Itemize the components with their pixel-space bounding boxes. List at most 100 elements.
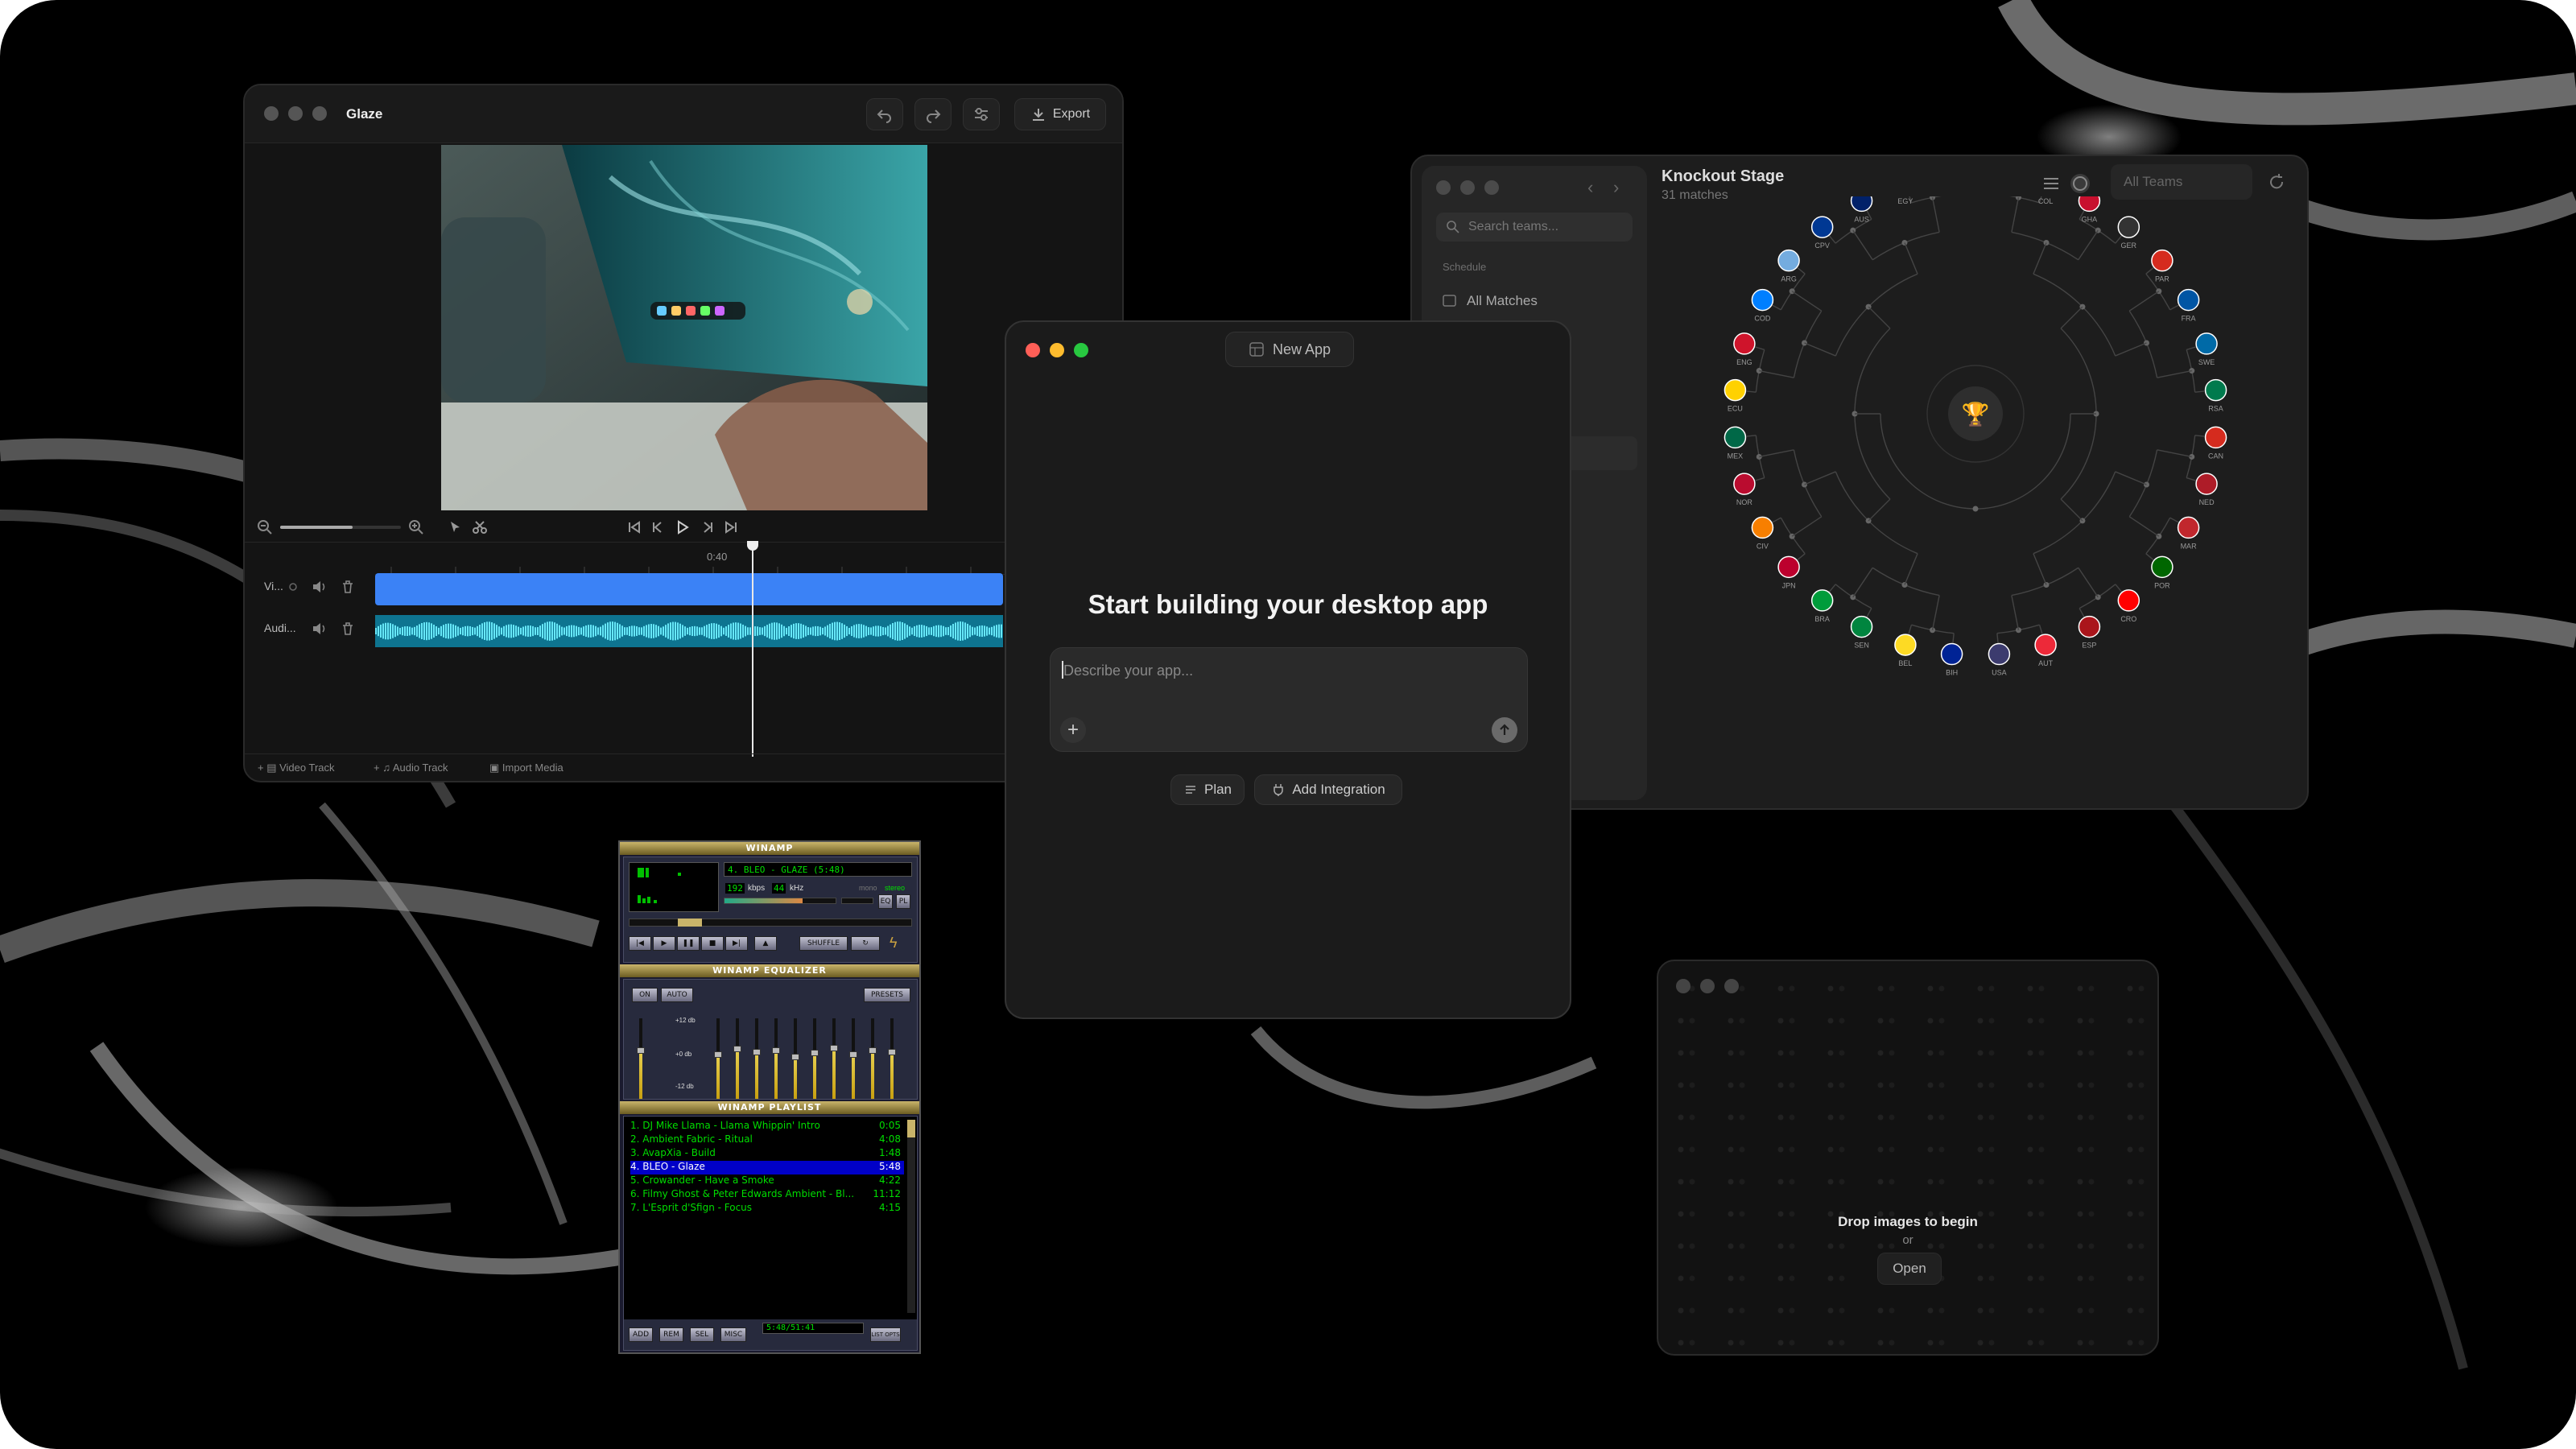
audio-clip-waveform[interactable] xyxy=(375,615,1003,647)
settings-button[interactable] xyxy=(963,98,1000,130)
refresh-icon[interactable] xyxy=(2267,172,2286,192)
speaker-icon[interactable] xyxy=(311,621,327,637)
prompt-input-box[interactable]: Describe your app... + xyxy=(1050,647,1528,752)
export-button[interactable]: Export xyxy=(1014,98,1106,130)
zoom-button[interactable] xyxy=(312,106,327,121)
zoom-button[interactable] xyxy=(1724,979,1739,993)
eye-icon[interactable] xyxy=(287,580,299,593)
forward-chevron-icon[interactable]: › xyxy=(1613,177,1619,198)
list-icon[interactable] xyxy=(2041,174,2061,193)
pause-button[interactable]: ❚❚ xyxy=(677,936,700,951)
zoom-slider[interactable] xyxy=(280,526,401,529)
playlist-scrollbar[interactable] xyxy=(907,1120,915,1313)
team-flag-icon[interactable] xyxy=(2151,555,2174,579)
team-flag-icon[interactable] xyxy=(2195,473,2218,495)
slider-knob[interactable] xyxy=(637,1047,645,1054)
skip-start-icon[interactable] xyxy=(626,519,642,535)
eq-band-slider[interactable] xyxy=(830,1018,838,1099)
trash-icon[interactable] xyxy=(340,621,356,637)
eq-band-slider[interactable] xyxy=(849,1018,857,1099)
close-button[interactable] xyxy=(1026,343,1040,357)
slider-knob[interactable] xyxy=(753,1049,761,1055)
team-flag-icon[interactable] xyxy=(2078,615,2101,638)
stop-button[interactable]: ■ xyxy=(701,936,724,951)
video-clip[interactable] xyxy=(375,573,1003,605)
eq-band-slider[interactable] xyxy=(888,1018,896,1099)
team-flag-icon[interactable] xyxy=(1988,642,2011,666)
eq-presets-button[interactable]: PRESETS xyxy=(864,988,910,1002)
eq-band-slider[interactable] xyxy=(714,1018,722,1099)
team-flag-icon[interactable] xyxy=(2034,634,2057,656)
eq-band-slider[interactable] xyxy=(791,1018,799,1099)
team-flag-icon[interactable] xyxy=(1810,589,1834,612)
team-flag-icon[interactable] xyxy=(2117,589,2140,612)
eq-band-slider[interactable] xyxy=(772,1018,780,1099)
playlist-toggle-button[interactable]: PL xyxy=(896,894,910,909)
preamp-slider[interactable] xyxy=(637,1018,645,1099)
eq-auto-button[interactable]: AUTO xyxy=(661,988,693,1002)
seek-bar[interactable] xyxy=(629,919,912,927)
skip-end-icon[interactable] xyxy=(723,519,739,535)
eq-on-button[interactable]: ON xyxy=(632,988,658,1002)
team-flag-icon[interactable] xyxy=(1724,378,1747,402)
team-flag-icon[interactable] xyxy=(2151,249,2174,272)
seek-thumb[interactable] xyxy=(678,919,702,927)
attach-button[interactable]: + xyxy=(1060,717,1086,743)
add-video-track-button[interactable]: + ▤ Video Track xyxy=(258,762,335,774)
team-flag-icon[interactable] xyxy=(1850,196,1873,213)
eject-button[interactable]: ▲ xyxy=(754,936,777,951)
volume-slider[interactable] xyxy=(724,898,836,904)
team-flag-icon[interactable] xyxy=(1751,516,1774,539)
slider-knob[interactable] xyxy=(714,1051,722,1058)
repeat-button[interactable]: ↻ xyxy=(851,936,880,951)
plan-button[interactable]: Plan xyxy=(1170,774,1245,805)
tab-new-app[interactable]: New App xyxy=(1225,332,1354,367)
slider-knob[interactable] xyxy=(733,1046,741,1052)
close-button[interactable] xyxy=(1676,979,1690,993)
redo-button[interactable] xyxy=(914,98,952,130)
minimize-button[interactable] xyxy=(288,106,303,121)
team-flag-icon[interactable] xyxy=(1777,555,1800,579)
slider-knob[interactable] xyxy=(849,1051,857,1058)
play-button[interactable]: ▶ xyxy=(653,936,675,951)
send-button[interactable] xyxy=(1492,717,1517,743)
zoom-out-icon[interactable] xyxy=(256,518,274,536)
previous-button[interactable]: |◀ xyxy=(629,936,651,951)
balance-slider[interactable] xyxy=(841,898,873,904)
scissors-icon[interactable] xyxy=(472,519,488,535)
team-flag-icon[interactable] xyxy=(1733,332,1756,355)
playlist-item[interactable]: 1. DJ Mike Llama - Llama Whippin' Intro 0… xyxy=(630,1120,904,1133)
team-flag-icon[interactable] xyxy=(1850,615,1873,638)
winamp-title-bar[interactable]: WINAMP xyxy=(620,842,919,855)
zoom-button[interactable] xyxy=(1074,343,1088,357)
team-flag-icon[interactable] xyxy=(1777,249,1800,272)
playlist-select-button[interactable]: SEL xyxy=(690,1327,714,1342)
slider-knob[interactable] xyxy=(791,1054,799,1060)
team-flag-icon[interactable] xyxy=(1724,426,1747,449)
team-flag-icon[interactable] xyxy=(1810,216,1834,238)
playlist-item[interactable]: 2. Ambient Fabric - Ritual 4:08 xyxy=(630,1133,904,1147)
team-flag-icon[interactable] xyxy=(1733,473,1756,495)
add-integration-button[interactable]: Add Integration xyxy=(1254,774,1402,805)
slider-knob[interactable] xyxy=(772,1047,780,1054)
step-forward-icon[interactable] xyxy=(700,519,716,535)
team-flag-icon[interactable] xyxy=(2195,332,2218,355)
open-button[interactable]: Open xyxy=(1877,1253,1942,1285)
play-icon[interactable] xyxy=(675,519,691,535)
back-chevron-icon[interactable]: ‹ xyxy=(1587,177,1593,198)
playlist-item[interactable]: 3. AvapXia - Build 1:48 xyxy=(630,1147,904,1161)
close-button[interactable] xyxy=(1436,180,1451,195)
playlist-title-bar[interactable]: WINAMP PLAYLIST xyxy=(620,1101,919,1114)
zoom-in-icon[interactable] xyxy=(407,518,425,536)
eq-toggle-button[interactable]: EQ xyxy=(878,894,893,909)
slider-knob[interactable] xyxy=(869,1047,877,1054)
team-filter-select[interactable]: All Teams xyxy=(2111,164,2252,200)
playlist-item[interactable]: 6. Filmy Ghost & Peter Edwards Ambient -… xyxy=(630,1188,904,1202)
shuffle-button[interactable]: SHUFFLE xyxy=(799,936,848,951)
minimize-button[interactable] xyxy=(1050,343,1064,357)
team-search-field[interactable]: Search teams... xyxy=(1436,213,1633,242)
eq-band-slider[interactable] xyxy=(811,1018,819,1099)
equalizer-title-bar[interactable]: WINAMP EQUALIZER xyxy=(620,964,919,977)
playlist-item[interactable]: 7. L'Esprit d'Sfign - Focus 4:15 xyxy=(630,1202,904,1216)
speaker-icon[interactable] xyxy=(311,579,327,595)
